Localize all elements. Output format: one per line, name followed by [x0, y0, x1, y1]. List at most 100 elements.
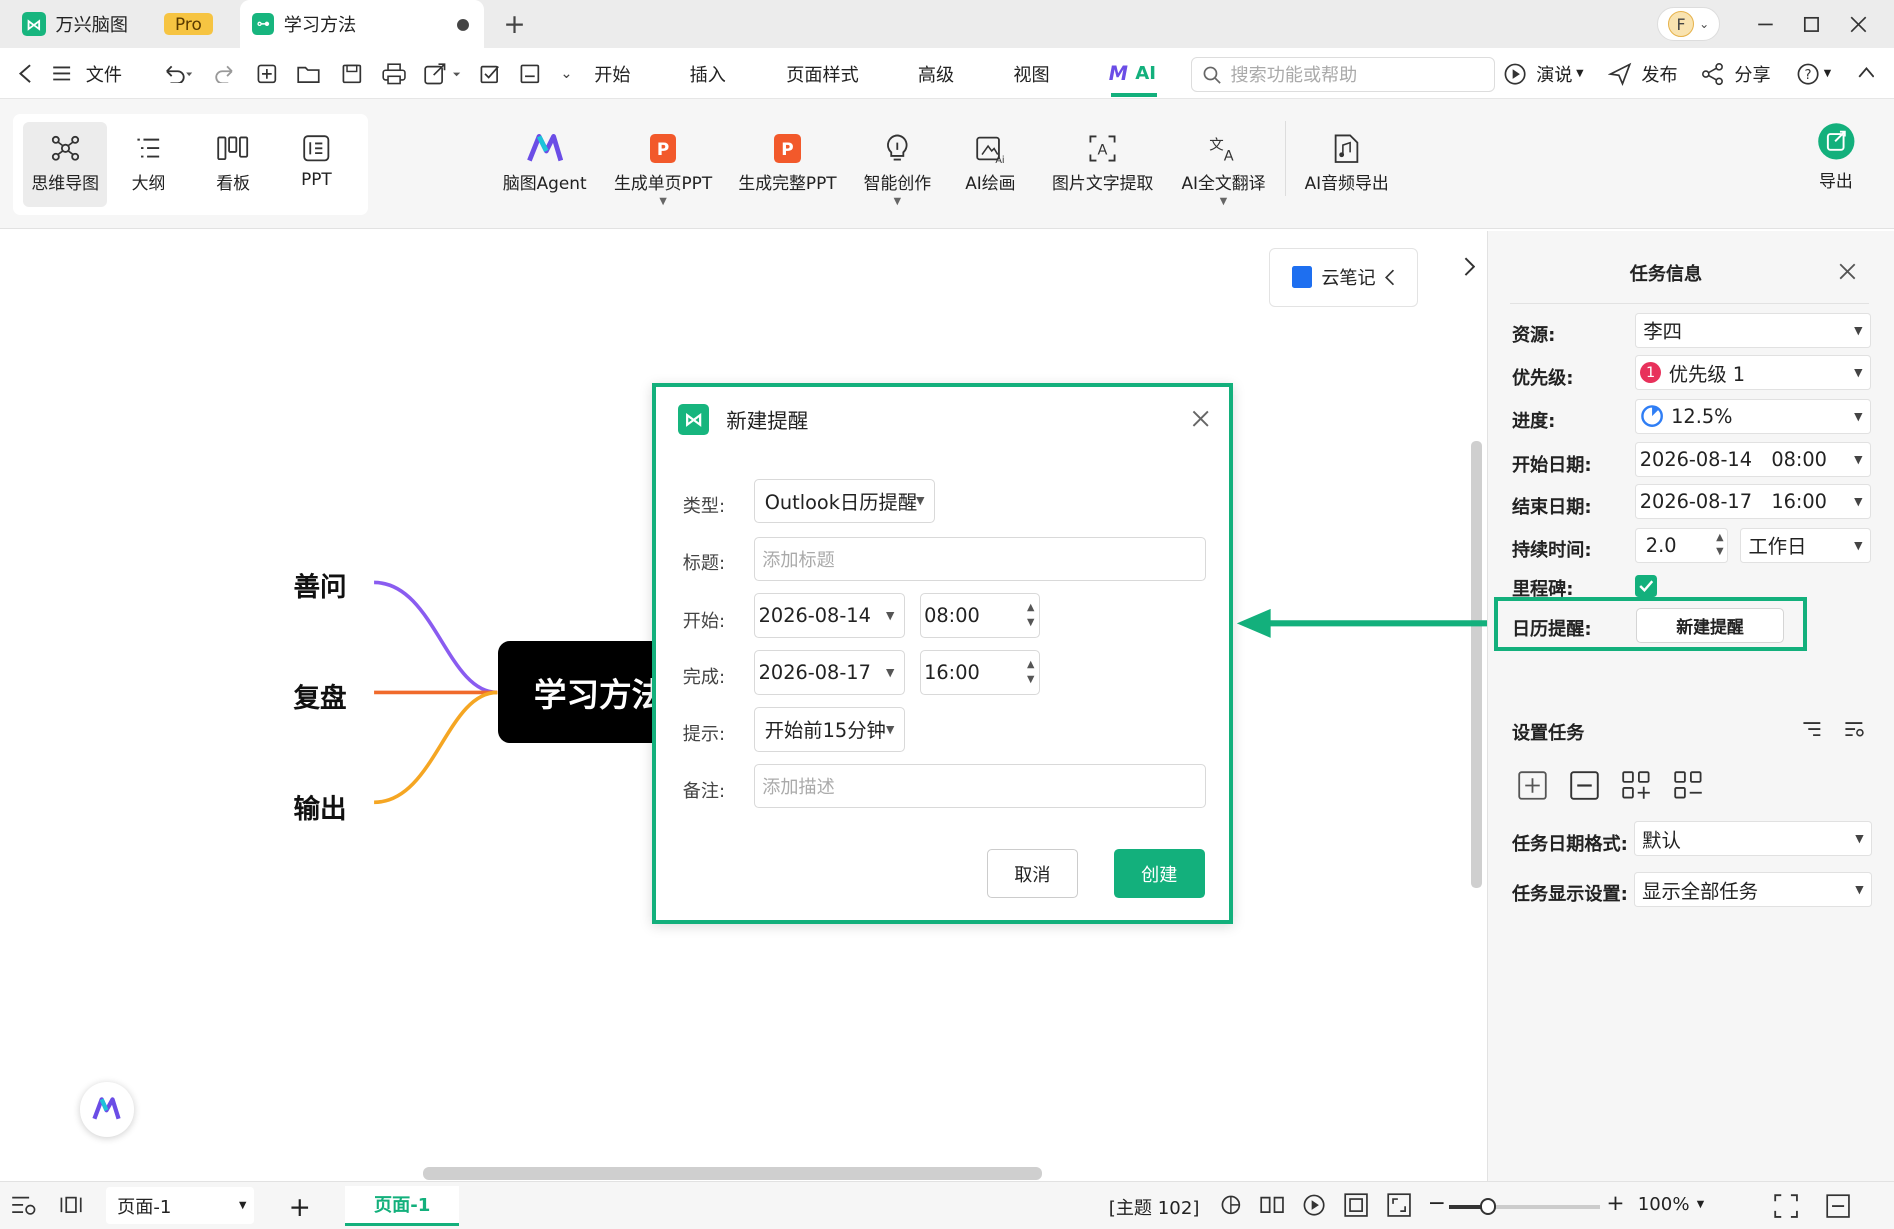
cancel-button[interactable]: 取消	[987, 849, 1078, 898]
agent-button[interactable]: 脑图Agent	[495, 128, 594, 194]
start-date-select[interactable]: 2026-08-14 ▼	[754, 593, 905, 639]
page-tab-active[interactable]: 页面-1	[345, 1185, 459, 1226]
branch-topic-ask[interactable]: 善问	[293, 565, 346, 604]
menu-view[interactable]: 视图	[1013, 48, 1049, 99]
add-task-icon[interactable]	[1518, 770, 1547, 800]
smart-create-button[interactable]: 智能创作 ▼	[855, 128, 940, 207]
menu-insert[interactable]: 插入	[690, 48, 726, 99]
create-button[interactable]: 创建	[1113, 849, 1205, 898]
export-button[interactable]: 导出	[1800, 121, 1872, 192]
remove-subtask-icon[interactable]	[1674, 770, 1703, 800]
panel-close-icon[interactable]	[1839, 263, 1856, 280]
title-input[interactable]: 添加标题	[754, 536, 1206, 582]
view-kanban[interactable]: 看板	[191, 128, 276, 194]
ai-paint-button[interactable]: Ai AI绘画	[954, 128, 1026, 194]
export-icon[interactable]	[423, 60, 464, 87]
horizontal-scrollbar[interactable]	[422, 1166, 1043, 1181]
search-input[interactable]: 搜索功能或帮助	[1231, 61, 1358, 87]
translate-button[interactable]: 文A AI全文翻译 ▼	[1175, 128, 1272, 208]
duration-spinner-icon[interactable]: ▲ ▼	[1716, 531, 1723, 560]
zoom-level[interactable]: 100% ▼	[1638, 1194, 1704, 1215]
branch-topic-review[interactable]: 复盘	[293, 676, 346, 715]
page-view-icon[interactable]	[59, 1194, 83, 1216]
save-icon[interactable]	[338, 60, 365, 87]
end-datetime-select[interactable]: 2026-08-17 16:00 ▼	[1635, 484, 1871, 520]
menu-advanced[interactable]: 高级	[918, 48, 954, 99]
search-box[interactable]: 搜索功能或帮助	[1190, 56, 1496, 92]
document-tab[interactable]: ⊶ 学习方法 ●	[240, 0, 485, 49]
single-ppt-button[interactable]: P 生成单页PPT ▼	[610, 128, 716, 207]
help-button[interactable]: ? ▼	[1796, 48, 1831, 99]
menu-start[interactable]: 开始	[594, 48, 630, 99]
type-select[interactable]: Outlook日历提醒 ▼	[754, 478, 936, 524]
task-settings-icon[interactable]	[1843, 717, 1865, 739]
slideshow-play-icon[interactable]	[1302, 1193, 1326, 1217]
duration-input[interactable]: 2.0 ▲ ▼	[1635, 527, 1729, 563]
add-subtask-icon[interactable]	[1622, 770, 1651, 800]
zoom-out-icon[interactable]: −	[1428, 1191, 1446, 1216]
fullscreen-icon[interactable]	[1774, 1194, 1799, 1219]
fit-screen-icon[interactable]	[1386, 1193, 1411, 1217]
remind-select[interactable]: 开始前15分钟 ▼	[754, 706, 905, 752]
view-mindmap[interactable]: 思维导图	[23, 128, 108, 194]
new-file-icon[interactable]	[254, 60, 281, 87]
back-icon[interactable]	[12, 60, 39, 87]
menu-ai[interactable]: M AI	[1109, 48, 1156, 99]
collapse-ribbon-icon[interactable]	[1854, 60, 1878, 84]
redo-icon[interactable]	[213, 60, 240, 87]
start-time-input[interactable]: 08:00 ▲ ▼	[919, 593, 1041, 639]
ai-assistant-button[interactable]	[79, 1082, 135, 1137]
priority-select[interactable]: 1 优先级 1 ▼	[1635, 355, 1871, 391]
start-datetime-select[interactable]: 2026-08-14 08:00 ▼	[1635, 442, 1871, 478]
end-date-select[interactable]: 2026-08-17 ▼	[754, 650, 905, 695]
display-setting-select[interactable]: 显示全部任务 ▼	[1633, 872, 1872, 908]
collapse-panel-icon[interactable]	[1826, 1194, 1850, 1219]
present-button[interactable]: 演说 ▼	[1503, 48, 1584, 99]
minimize-icon[interactable]	[1751, 10, 1780, 39]
start-time-spinner-icon[interactable]: ▲ ▼	[1027, 601, 1034, 630]
smart-create-caret-icon[interactable]: ▼	[894, 196, 901, 207]
maximize-icon[interactable]	[1797, 10, 1826, 39]
hamburger-menu-icon[interactable]	[48, 60, 75, 87]
task-indent-icon[interactable]	[1801, 717, 1823, 739]
share-button[interactable]: 分享	[1701, 48, 1771, 99]
new-reminder-button[interactable]: 新建提醒	[1636, 607, 1784, 643]
publish-button[interactable]: 发布	[1607, 48, 1678, 99]
single-ppt-caret-icon[interactable]: ▼	[659, 196, 666, 207]
unsaved-dot-icon[interactable]: ●	[456, 14, 470, 33]
checklist-icon[interactable]	[477, 60, 504, 87]
page-list-icon[interactable]	[11, 1194, 38, 1216]
app-tab[interactable]: ⋈ 万兴脑图 Pro	[21, 0, 213, 48]
remove-task-icon[interactable]	[1570, 770, 1599, 800]
translate-caret-icon[interactable]: ▼	[1220, 196, 1227, 207]
menu-page-style[interactable]: 页面样式	[786, 48, 858, 99]
branch-topic-output[interactable]: 输出	[293, 787, 346, 826]
zoom-slider-thumb[interactable]	[1479, 1197, 1497, 1215]
fit-page-icon[interactable]	[1344, 1193, 1369, 1217]
page-select[interactable]: 页面-1 ▼	[106, 1187, 254, 1225]
note-input[interactable]: 添加描述	[754, 763, 1206, 809]
save-as-icon[interactable]	[517, 60, 544, 87]
date-format-select[interactable]: 默认 ▼	[1633, 821, 1872, 857]
duration-unit-select[interactable]: 工作日 ▼	[1740, 527, 1871, 563]
undo-icon[interactable]	[159, 60, 195, 87]
dialog-close-icon[interactable]	[1191, 409, 1210, 428]
user-avatar[interactable]: F ⌄	[1657, 7, 1720, 42]
view-outline[interactable]: 大纲	[106, 128, 191, 194]
end-time-spinner-icon[interactable]: ▲ ▼	[1027, 658, 1034, 687]
theme-icon[interactable]	[1220, 1194, 1242, 1216]
view-ppt[interactable]: PPT	[274, 128, 359, 189]
print-icon[interactable]	[380, 60, 407, 87]
progress-select[interactable]: 12.5% ▼	[1635, 398, 1871, 434]
close-window-icon[interactable]	[1844, 10, 1873, 39]
expand-panel-chevron-icon[interactable]	[1451, 231, 1487, 303]
audio-export-button[interactable]: AI音频导出	[1297, 128, 1396, 194]
pro-badge[interactable]: Pro	[164, 12, 213, 36]
open-folder-icon[interactable]	[296, 60, 323, 87]
zoom-in-icon[interactable]: +	[1606, 1191, 1624, 1216]
book-view-icon[interactable]	[1260, 1194, 1284, 1216]
menu-file[interactable]: 文件	[86, 48, 122, 99]
new-tab-plus-icon[interactable]: +	[500, 9, 529, 40]
vertical-scrollbar[interactable]	[1471, 440, 1482, 888]
more-chevron-icon[interactable]: ⌄	[556, 60, 578, 87]
